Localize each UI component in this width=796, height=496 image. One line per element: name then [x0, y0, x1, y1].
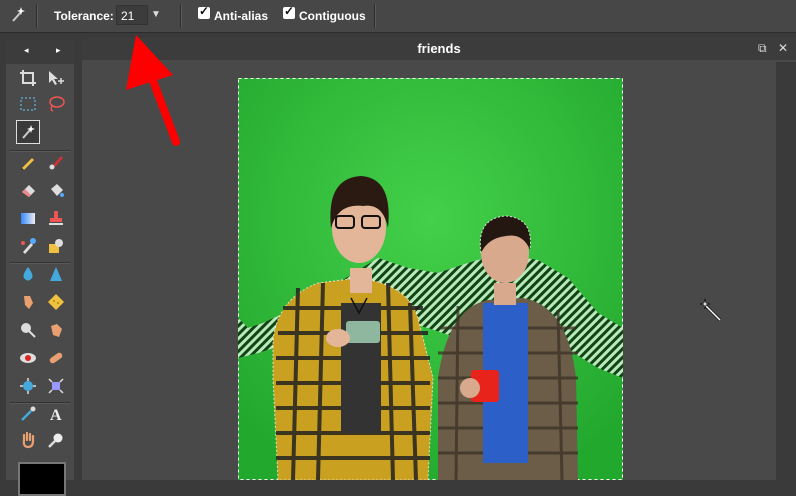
- close-icon[interactable]: ✕: [778, 41, 788, 55]
- drawing-tool-button[interactable]: [44, 234, 68, 258]
- finger-icon: [24, 296, 33, 309]
- lasso-icon: [49, 96, 65, 112]
- magic-wand-tool-button[interactable]: [16, 120, 40, 144]
- color-replace-icon: [21, 238, 36, 254]
- pinch-icon: [48, 378, 64, 394]
- gradient-icon: [21, 213, 35, 224]
- sharpen-tool-button[interactable]: [44, 262, 68, 286]
- toolbox-next-button[interactable]: ▸: [56, 45, 61, 56]
- toolbox: ◂ ▸ A: [6, 40, 74, 496]
- pencil-icon: [21, 158, 34, 170]
- paint-bucket-tool-button[interactable]: [44, 178, 68, 202]
- marquee-tool-button[interactable]: [16, 92, 40, 116]
- bloat-icon: [20, 378, 36, 394]
- tolerance-label: Tolerance:: [54, 9, 114, 23]
- tolerance-input[interactable]: 21: [116, 5, 148, 25]
- gradient-tool-button[interactable]: [16, 206, 40, 230]
- dodge-tool-button[interactable]: [16, 318, 40, 342]
- document-title: friends: [417, 41, 461, 56]
- eyedropper-icon: [21, 406, 36, 421]
- shapes-icon: [49, 239, 63, 253]
- magnifier-icon: [48, 433, 63, 448]
- move-tool-button[interactable]: [44, 66, 68, 90]
- primary-color-swatch[interactable]: [18, 462, 66, 496]
- zoom-tool-button[interactable]: [44, 428, 68, 452]
- color-picker-tool-button[interactable]: [16, 402, 40, 426]
- eraser-tool-button[interactable]: [16, 178, 40, 202]
- crop-icon: [20, 70, 36, 86]
- brush-tool-button[interactable]: [44, 150, 68, 174]
- water-drop-icon: [23, 267, 33, 281]
- vertical-scrollbar[interactable]: [776, 62, 796, 480]
- crop-tool-button[interactable]: [16, 66, 40, 90]
- burn-tool-button[interactable]: [44, 318, 68, 342]
- smudge-tool-button[interactable]: [16, 290, 40, 314]
- toolbox-header: ◂ ▸: [6, 40, 74, 64]
- separator: [180, 4, 182, 28]
- lasso-tool-button[interactable]: [44, 92, 68, 116]
- document-title-bar[interactable]: friends: [82, 38, 796, 60]
- text-icon: A: [50, 407, 62, 423]
- options-bar: Tolerance: 21 ▼ ✓ Anti-alias ✓ Contiguou…: [0, 0, 796, 33]
- spot-heal-tool-button[interactable]: [44, 346, 68, 370]
- check-icon: ✓: [199, 4, 210, 18]
- dodge-icon: [21, 323, 36, 338]
- brush-icon: [49, 156, 63, 170]
- stamp-icon: [49, 211, 63, 225]
- canvas-image[interactable]: [238, 78, 623, 480]
- toolbox-prev-button[interactable]: ◂: [24, 45, 29, 56]
- red-eye-tool-button[interactable]: [16, 346, 40, 370]
- eye-icon: [20, 353, 36, 363]
- contiguous-label: Contiguous: [299, 9, 366, 23]
- pinch-tool-button[interactable]: [44, 374, 68, 398]
- sponge-icon: [48, 294, 64, 310]
- clone-stamp-tool-button[interactable]: [44, 206, 68, 230]
- check-icon: ✓: [284, 4, 295, 18]
- rectangle-select-icon: [20, 97, 36, 111]
- hand-tool-button[interactable]: [16, 428, 40, 452]
- bandage-icon: [49, 352, 63, 364]
- paint-bucket-icon: [51, 184, 64, 197]
- move-icon: [49, 71, 64, 85]
- anti-alias-checkbox[interactable]: ✓: [198, 4, 210, 19]
- pencil-tool-button[interactable]: [16, 150, 40, 174]
- sharpen-icon: [50, 267, 62, 281]
- burn-hand-icon: [51, 324, 62, 337]
- color-replace-tool-button[interactable]: [16, 234, 40, 258]
- separator: [36, 4, 38, 28]
- restore-icon[interactable]: ⧉: [758, 41, 767, 56]
- type-tool-button[interactable]: A: [44, 402, 68, 426]
- chevron-down-icon: ▼: [151, 9, 161, 20]
- tolerance-dropdown-button[interactable]: ▼: [150, 7, 162, 23]
- sponge-tool-button[interactable]: [44, 290, 68, 314]
- bloat-tool-button[interactable]: [16, 374, 40, 398]
- svg-text:A: A: [50, 407, 62, 423]
- eraser-icon: [22, 185, 35, 197]
- magic-wand-cursor-icon: [699, 298, 722, 322]
- contiguous-checkbox[interactable]: ✓: [283, 4, 295, 19]
- anti-alias-label: Anti-alias: [214, 9, 269, 23]
- magic-wand-icon: [12, 7, 25, 22]
- annotation-arrow-icon: [126, 35, 180, 146]
- separator: [374, 4, 376, 28]
- magic-wand-icon: [22, 125, 35, 139]
- hand-icon: [22, 431, 35, 449]
- blur-tool-button[interactable]: [16, 262, 40, 286]
- photo-friends: [238, 78, 623, 480]
- document-window: friends ⧉ ✕: [82, 38, 796, 480]
